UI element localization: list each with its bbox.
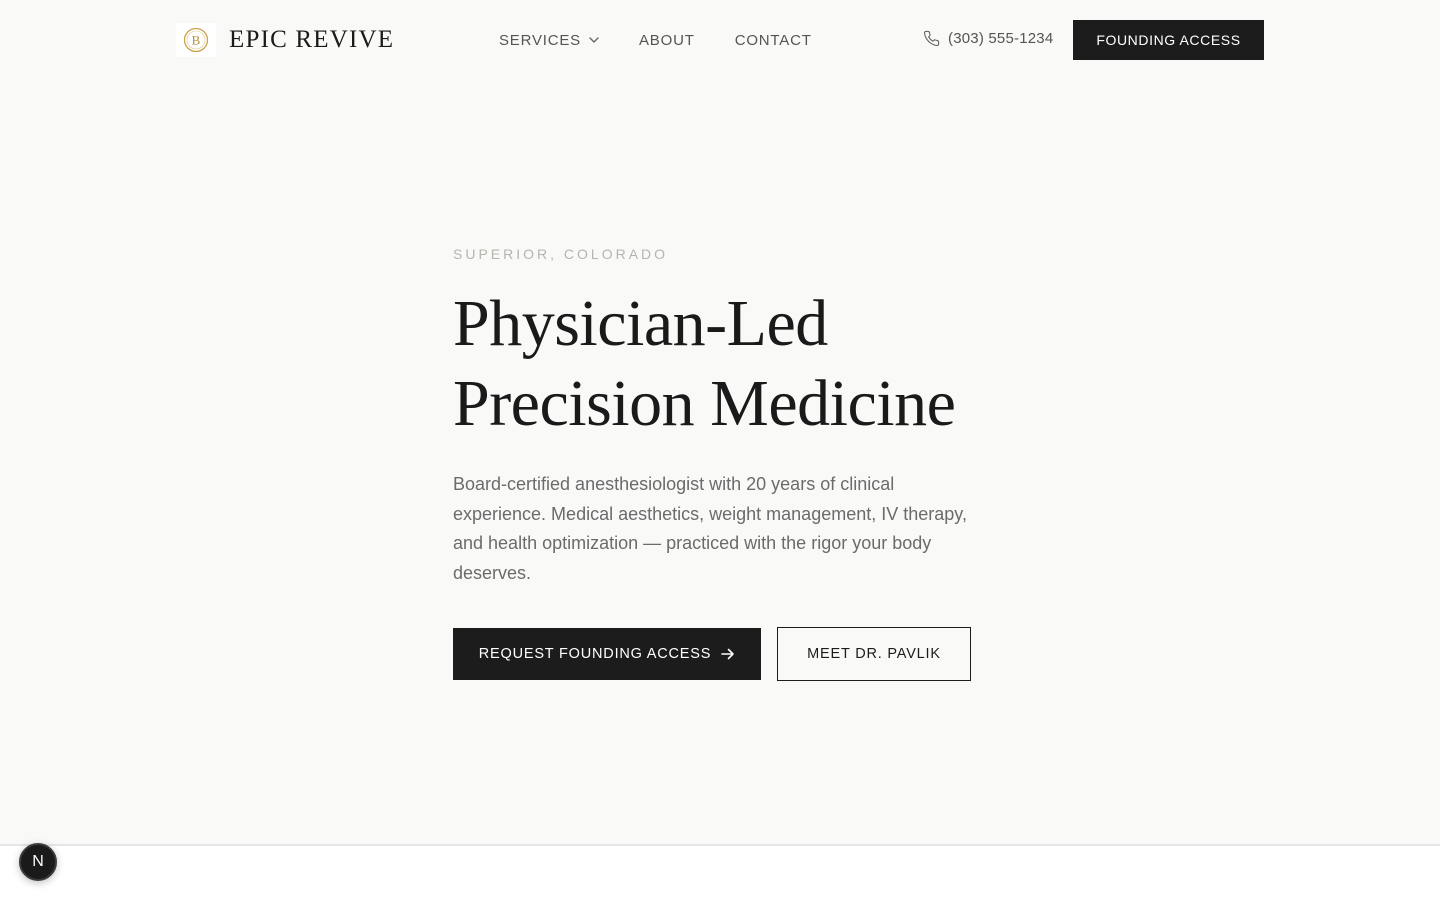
site-header: B EPIC REVIVE SERVICES ABOUT CONTACT (30… [0,0,1440,80]
main-nav: SERVICES ABOUT CONTACT [499,0,852,80]
request-founding-access-label: REQUEST FOUNDING ACCESS [478,646,712,662]
hero-headline: Physician-Led Precision Medicine [453,284,1073,444]
chevron-down-icon [589,37,599,43]
brand-logo-letter: B [192,33,201,48]
phone-link[interactable]: (303) 555-1234 [923,30,1053,47]
hero-headline-line-1: Physician-Led [453,287,828,360]
phone-number: (303) 555-1234 [948,30,1054,47]
request-founding-access-button[interactable]: REQUEST FOUNDING ACCESS [453,628,761,680]
next-section [0,846,1440,900]
nav-item-label: CONTACT [734,31,812,49]
nav-item-about[interactable]: ABOUT [639,32,695,49]
nav-item-services[interactable]: SERVICES [499,32,599,49]
nav-item-label: SERVICES [499,31,581,49]
brand-logo-icon: B [176,23,216,57]
nav-item-label: ABOUT [639,31,695,49]
hero-headline-line-2: Precision Medicine [453,367,956,440]
arrow-right-icon [721,648,735,660]
nav-item-contact[interactable]: CONTACT [735,32,812,49]
hero-location: SUPERIOR, COLORADO [453,246,669,262]
founding-access-button[interactable]: FOUNDING ACCESS [1073,20,1264,60]
phone-icon [923,30,940,47]
hero-description: Board-certified anesthesiologist with 20… [453,474,967,583]
dev-tools-badge[interactable]: N [19,843,57,881]
meet-doctor-button[interactable]: MEET DR. PAVLIK [777,627,971,681]
brand-logo-link[interactable]: B EPIC REVIVE [176,23,394,57]
brand-name: EPIC REVIVE [229,26,395,53]
